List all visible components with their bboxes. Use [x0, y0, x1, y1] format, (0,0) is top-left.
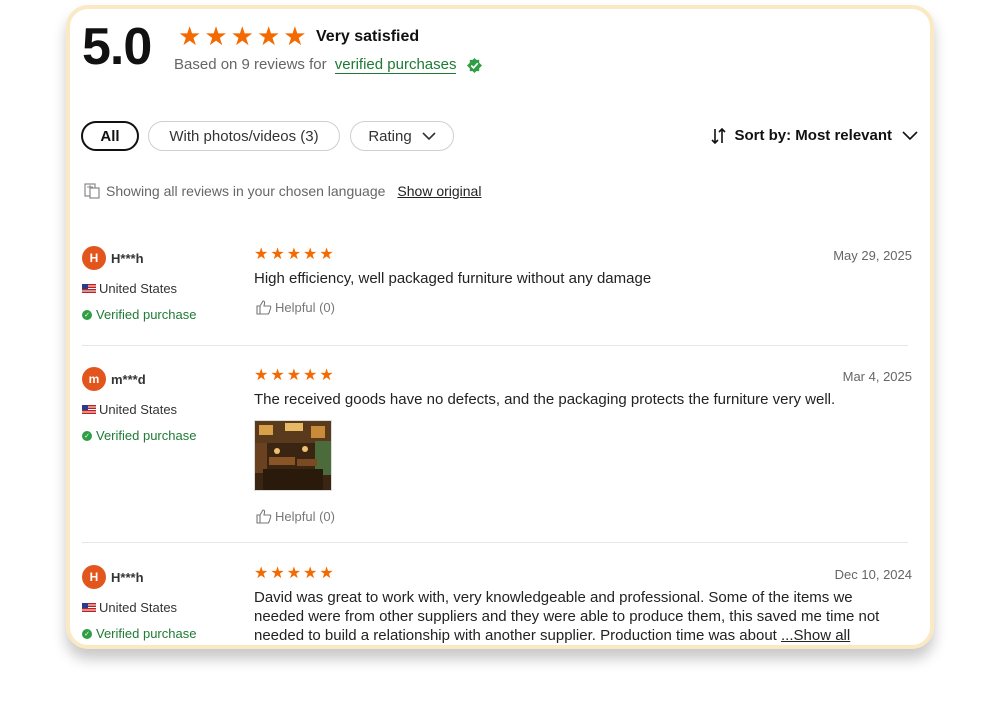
review-item: H H***h United States ✓ Verified purchas… — [82, 565, 912, 645]
helpful-label: Helpful (0) — [275, 300, 335, 315]
review-item: m m***d United States ✓ Verified purchas… — [82, 367, 912, 527]
star-icon: ★ — [270, 367, 285, 384]
based-on-label: Based on 9 reviews for — [174, 56, 327, 73]
helpful-button[interactable]: Helpful (0) — [256, 300, 335, 315]
overall-score: 5.0 — [82, 18, 152, 76]
country-label: United States — [99, 600, 178, 615]
review-date: Mar 4, 2025 — [842, 369, 912, 384]
avatar: H — [82, 246, 106, 270]
review-star-rating: ★ ★ ★ ★ ★ — [254, 566, 334, 582]
star-icon: ★ — [270, 565, 285, 582]
reviewer-country: United States — [82, 600, 177, 615]
review-date: Dec 10, 2024 — [834, 567, 912, 582]
verified-purchase-badge: ✓ Verified purchase — [82, 626, 196, 641]
review-photo-thumbnail[interactable] — [254, 420, 332, 491]
sort-icon — [711, 127, 727, 144]
star-icon: ★ — [254, 367, 269, 384]
review-divider — [82, 542, 908, 543]
language-notice-text: Showing all reviews in your chosen langu… — [106, 183, 386, 199]
chevron-down-icon — [422, 131, 436, 140]
overall-star-rating: ★ ★ ★ ★ ★ — [178, 23, 307, 49]
star-icon: ★ — [283, 21, 307, 51]
review-item: H H***h United States ✓ Verified purchas… — [82, 246, 912, 336]
star-icon: ★ — [319, 565, 334, 582]
review-star-rating: ★ ★ ★ ★ ★ — [254, 368, 334, 384]
verified-purchase-badge: ✓ Verified purchase — [82, 307, 196, 322]
review-text: The received goods have no defects, and … — [254, 391, 836, 408]
language-notice: Showing all reviews in your chosen langu… — [84, 183, 481, 199]
chevron-down-icon — [902, 130, 918, 140]
show-original-link[interactable]: Show original — [397, 183, 481, 199]
review-text: David was great to work with, very knowl… — [254, 588, 904, 645]
verified-label: Verified purchase — [96, 626, 197, 641]
star-icon: ★ — [303, 367, 318, 384]
star-icon: ★ — [256, 21, 281, 51]
star-icon: ★ — [319, 246, 334, 263]
star-icon: ★ — [286, 246, 302, 263]
star-icon: ★ — [254, 246, 269, 263]
restaurant-interior-photo — [255, 421, 331, 490]
avatar: m — [82, 367, 106, 391]
star-icon: ★ — [319, 367, 334, 384]
review-divider — [82, 345, 908, 346]
us-flag-icon — [82, 284, 96, 293]
check-icon: ✓ — [82, 309, 92, 320]
star-icon: ★ — [303, 565, 318, 582]
reviewer-country: United States — [82, 281, 177, 296]
reviewer-name: m***d — [111, 372, 146, 387]
star-icon: ★ — [286, 367, 302, 384]
star-icon: ★ — [230, 21, 254, 51]
star-icon: ★ — [178, 21, 202, 51]
reviewer-name: H***h — [111, 251, 144, 266]
check-icon: ✓ — [82, 430, 92, 441]
reviews-card: 5.0 ★ ★ ★ ★ ★ Very satisfied Based on 9 … — [66, 5, 934, 649]
review-text: High efficiency, well packaged furniture… — [254, 270, 652, 287]
verified-badge-icon — [466, 57, 482, 73]
star-icon: ★ — [303, 246, 318, 263]
country-label: United States — [99, 281, 178, 296]
filter-rating-label: Rating — [368, 127, 412, 145]
thumbs-up-icon — [256, 300, 272, 315]
us-flag-icon — [82, 405, 96, 414]
verified-purchase-badge: ✓ Verified purchase — [82, 428, 196, 443]
reviewer-country: United States — [82, 402, 177, 417]
rating-sentiment: Very satisfied — [316, 28, 420, 45]
star-icon: ★ — [270, 246, 285, 263]
helpful-label: Helpful (0) — [275, 509, 335, 524]
star-icon: ★ — [204, 21, 228, 51]
verified-label: Verified purchase — [96, 428, 197, 443]
review-star-rating: ★ ★ ★ ★ ★ — [254, 247, 334, 263]
verified-label: Verified purchase — [96, 307, 197, 322]
check-icon: ✓ — [82, 628, 92, 639]
us-flag-icon — [82, 603, 96, 612]
reviewer-name: H***h — [111, 570, 144, 585]
filter-with-photos[interactable]: With photos/videos (3) — [148, 121, 340, 151]
avatar: H — [82, 565, 106, 589]
review-count-text: Based on 9 reviews for verified purchase… — [174, 56, 482, 74]
country-label: United States — [99, 402, 178, 417]
verified-purchases-link[interactable]: verified purchases — [334, 56, 457, 74]
review-date: May 29, 2025 — [833, 248, 912, 263]
show-all-link[interactable]: ...Show all — [781, 627, 850, 644]
translate-icon — [84, 183, 100, 199]
sort-label: Sort by: Most relevant — [734, 127, 892, 144]
filter-all[interactable]: All — [81, 121, 139, 151]
star-icon: ★ — [286, 565, 302, 582]
helpful-button[interactable]: Helpful (0) — [256, 509, 335, 524]
star-icon: ★ — [254, 565, 269, 582]
filter-rating[interactable]: Rating — [350, 121, 454, 151]
thumbs-up-icon — [256, 509, 272, 524]
sort-dropdown[interactable]: Sort by: Most relevant — [710, 127, 918, 144]
